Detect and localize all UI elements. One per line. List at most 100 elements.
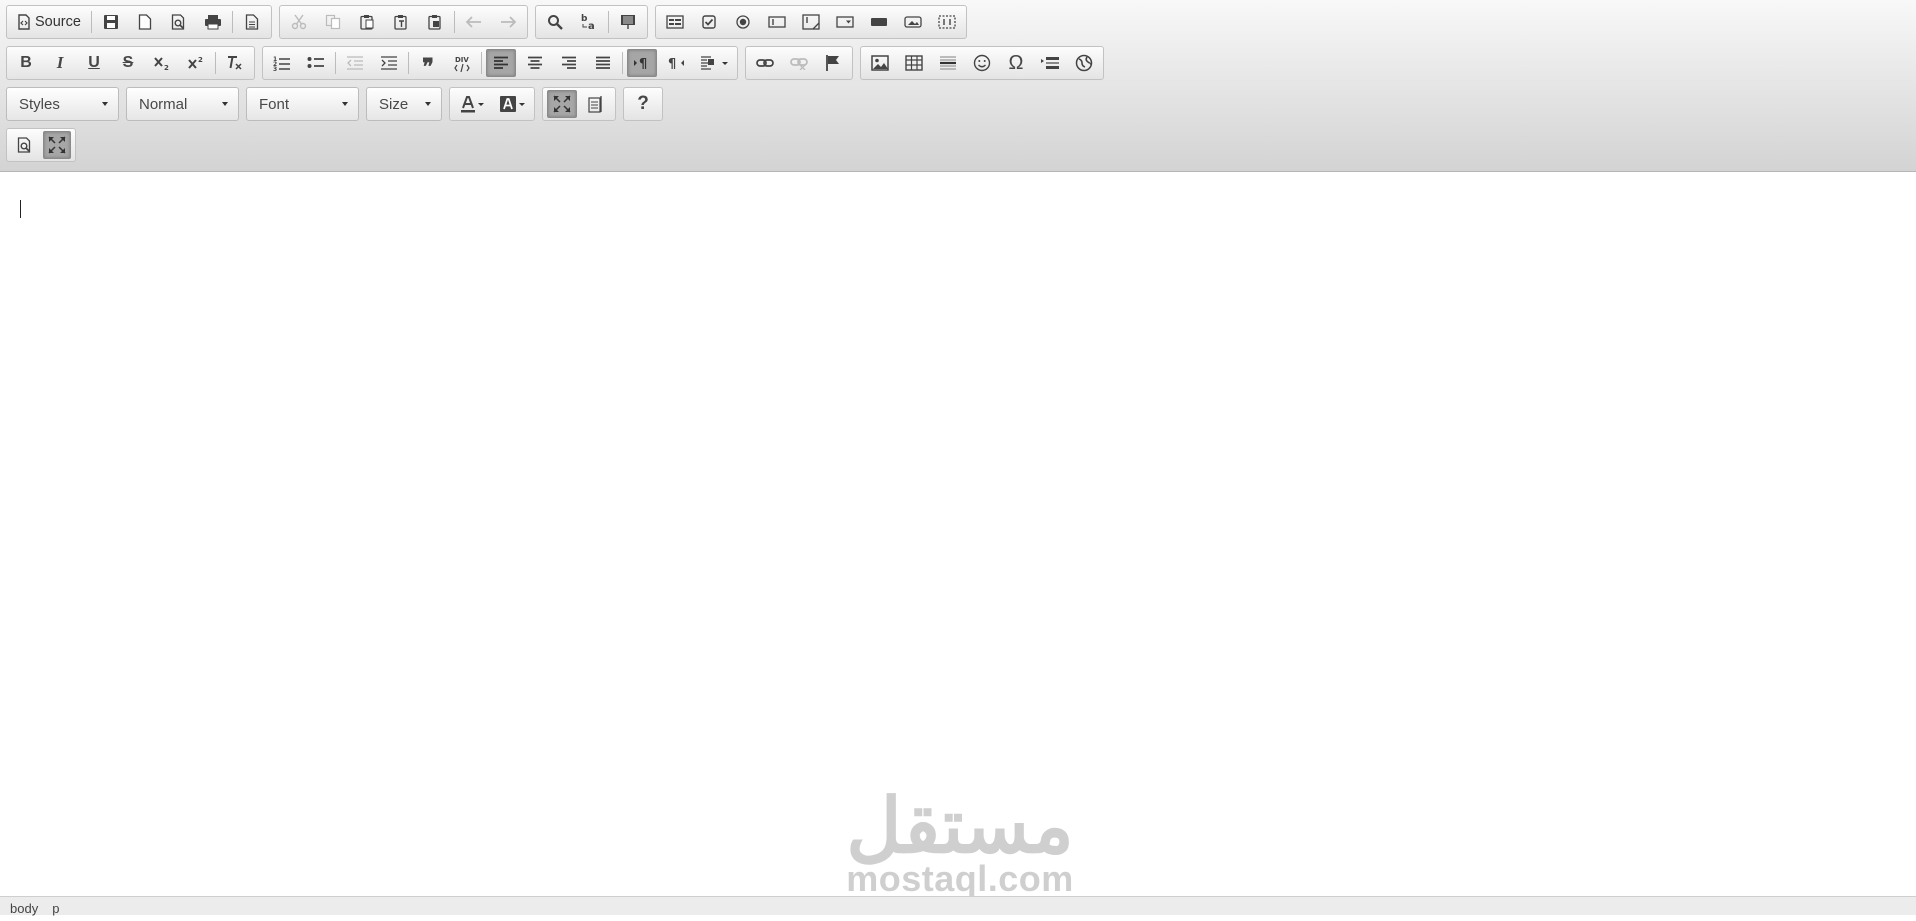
image-button[interactable] (865, 49, 895, 77)
anchor-button[interactable] (818, 49, 848, 77)
div-container-icon: DIV (454, 56, 470, 72)
text-color-button[interactable] (454, 90, 490, 118)
path-item-p[interactable]: p (52, 897, 59, 916)
show-blocks-button[interactable] (581, 90, 611, 118)
styles-combo[interactable]: Styles (6, 87, 119, 121)
bold-button[interactable]: B (11, 49, 41, 77)
separator (408, 52, 409, 74)
form-icon (666, 15, 684, 29)
find-button[interactable] (540, 8, 570, 36)
preview-small-button[interactable] (11, 131, 39, 159)
radio-button[interactable] (728, 8, 758, 36)
page-break-button[interactable] (1035, 49, 1065, 77)
outdent-button[interactable] (340, 49, 370, 77)
print-button[interactable] (198, 8, 228, 36)
omega-icon: Ω (1008, 51, 1024, 74)
underline-button[interactable]: U (79, 49, 109, 77)
size-combo[interactable]: Size (366, 87, 442, 121)
undo-button[interactable] (459, 8, 489, 36)
subscript-button[interactable]: 2 (147, 49, 177, 77)
globe-icon (1075, 54, 1093, 72)
cut-icon (291, 14, 307, 30)
align-left-button[interactable] (486, 49, 516, 77)
checkbox-button[interactable] (694, 8, 724, 36)
paste-button[interactable] (352, 8, 382, 36)
source-button[interactable]: Source (11, 8, 87, 36)
page-break-icon (1041, 57, 1059, 69)
templates-icon (245, 14, 259, 30)
separator (231, 11, 233, 33)
separator (90, 11, 92, 33)
preview-icon (171, 14, 185, 30)
text-field-button[interactable] (762, 8, 792, 36)
italic-button[interactable]: I (45, 49, 75, 77)
align-right-button[interactable] (554, 49, 584, 77)
font-combo[interactable]: Font (246, 87, 359, 121)
separator (607, 11, 609, 33)
horizontal-rule-button[interactable] (933, 49, 963, 77)
numbered-list-button[interactable]: 123 (267, 49, 297, 77)
paste-icon (360, 15, 374, 30)
align-center-icon (528, 56, 542, 69)
about-button[interactable]: ? (628, 90, 658, 118)
iframe-button[interactable] (1069, 49, 1099, 77)
help-icon: ? (637, 93, 649, 114)
superscript-button[interactable]: 2 (181, 49, 211, 77)
strike-button[interactable]: S (113, 49, 143, 77)
cut-button[interactable] (284, 8, 314, 36)
insert-group: Ω (860, 46, 1104, 80)
indent-button[interactable] (374, 49, 404, 77)
separator (453, 11, 455, 33)
format-combo[interactable]: Normal (126, 87, 239, 121)
save-button[interactable] (96, 8, 126, 36)
paste-from-word-button[interactable] (420, 8, 450, 36)
preview-button[interactable] (164, 8, 194, 36)
search-icon (547, 15, 563, 30)
ltr-button[interactable]: ¶ (627, 49, 657, 77)
text-field-icon (768, 16, 786, 28)
link-icon (756, 59, 774, 67)
source-label: Source (35, 14, 81, 30)
image-button-field-button[interactable] (898, 8, 928, 36)
table-button[interactable] (899, 49, 929, 77)
bulleted-list-button[interactable] (301, 49, 331, 77)
new-page-button[interactable] (130, 8, 160, 36)
button-field-button[interactable] (864, 8, 894, 36)
special-char-button[interactable]: Ω (1001, 49, 1031, 77)
path-item-body[interactable]: body (10, 897, 38, 916)
remove-format-icon (228, 56, 242, 70)
select-all-button[interactable] (613, 8, 643, 36)
hidden-field-button[interactable] (932, 8, 962, 36)
text-caret (20, 200, 21, 218)
language-button[interactable] (695, 49, 733, 77)
paragraph-group: 123 ❞ DIV ¶ ¶ (262, 46, 738, 80)
textarea-button[interactable] (796, 8, 826, 36)
print-icon (204, 15, 221, 30)
maximize-button[interactable] (547, 90, 577, 118)
unlink-button[interactable] (784, 49, 814, 77)
templates-button[interactable] (237, 8, 267, 36)
align-right-icon (562, 56, 576, 69)
select-field-button[interactable] (830, 8, 860, 36)
link-button[interactable] (750, 49, 780, 77)
align-center-button[interactable] (520, 49, 550, 77)
copy-button[interactable] (318, 8, 348, 36)
replace-button[interactable]: ba (574, 8, 604, 36)
editor-content-area[interactable]: مستقل mostaql.com (0, 172, 1916, 897)
maximize-small-button[interactable] (43, 131, 71, 159)
paste-text-button[interactable] (386, 8, 416, 36)
background-color-button[interactable] (494, 90, 530, 118)
create-div-button[interactable]: DIV (447, 49, 477, 77)
blockquote-button[interactable]: ❞ (413, 49, 443, 79)
redo-button[interactable] (493, 8, 523, 36)
smiley-button[interactable] (967, 49, 997, 77)
indent-icon (381, 56, 397, 70)
horizontal-rule-icon (940, 56, 956, 70)
justify-button[interactable] (588, 49, 618, 77)
styles-combo-value: Styles (19, 95, 60, 113)
remove-format-button[interactable] (220, 49, 250, 77)
rtl-button[interactable]: ¶ (661, 49, 691, 77)
chevron-down-icon (722, 61, 728, 65)
form-button[interactable] (660, 8, 690, 36)
svg-text:¶: ¶ (668, 57, 676, 71)
